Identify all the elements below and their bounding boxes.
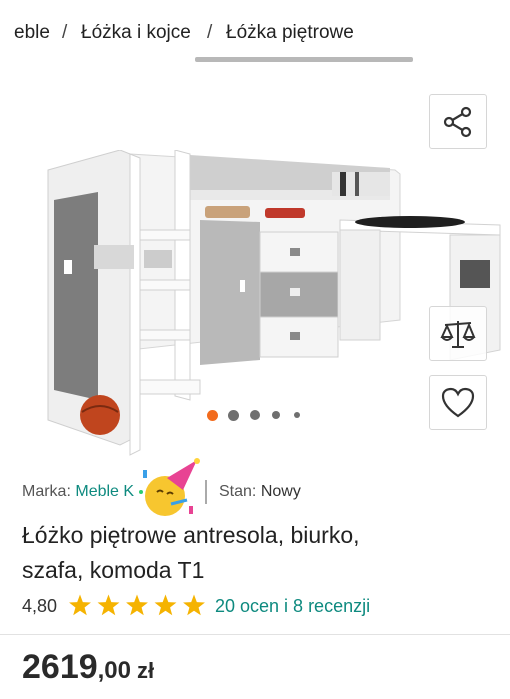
reviews-link[interactable]: 20 ocen i 8 recenzji [215, 596, 370, 617]
share-icon [443, 106, 472, 137]
star-icon [126, 594, 148, 616]
price-main: 2619 [22, 648, 98, 686]
condition-label: Stan: [219, 483, 257, 500]
breadcrumb-item-bunk-beds[interactable]: Łóżka piętrowe [226, 22, 354, 44]
breadcrumb-separator: / [62, 22, 68, 43]
carousel-dots[interactable] [0, 410, 510, 422]
price: 2619,00 zł [22, 648, 154, 687]
meta-divider [205, 480, 207, 504]
section-divider [0, 634, 510, 635]
party-face-emoji [139, 458, 200, 516]
price-cents: ,00 [97, 657, 132, 684]
compare-button[interactable] [429, 306, 487, 361]
breadcrumb: eble / Łóżka i kojce / Łóżka piętrowe [0, 22, 510, 50]
star-icon [97, 594, 120, 616]
product-title-line1: Łóżko piętrowe antresola, biurko, [22, 522, 360, 548]
carousel-dot[interactable] [250, 410, 260, 420]
breadcrumb-separator: / [207, 22, 213, 43]
star-icon [183, 594, 205, 616]
carousel-dot[interactable] [272, 411, 280, 419]
price-currency: zł [137, 658, 155, 683]
brand-label: Marka: [22, 483, 71, 500]
product-title-line2: szafa, komoda T1 [22, 557, 205, 583]
rating-score: 4,80 [22, 596, 58, 616]
star-icon [154, 594, 177, 616]
condition-info: Stan: Nowy [219, 483, 301, 501]
carousel-dot[interactable] [228, 410, 239, 421]
rating-stars [69, 594, 205, 616]
condition-value: Nowy [260, 483, 301, 500]
product-gallery[interactable] [0, 80, 510, 456]
scale-compare-icon [440, 320, 476, 348]
brand-info: Marka: Meble K [22, 483, 134, 501]
share-button[interactable] [429, 94, 487, 149]
carousel-dot[interactable] [294, 412, 300, 418]
breadcrumb-item-beds[interactable]: Łóżka i kojce [81, 22, 191, 44]
breadcrumb-item-brand[interactable]: eble [14, 22, 50, 44]
star-icon [69, 594, 91, 616]
product-title: Łóżko piętrowe antresola, biurko, szafa,… [22, 518, 492, 588]
breadcrumb-scrollbar[interactable] [195, 57, 413, 62]
brand-link[interactable]: Meble K [75, 483, 134, 500]
carousel-dot-active[interactable] [207, 410, 218, 421]
